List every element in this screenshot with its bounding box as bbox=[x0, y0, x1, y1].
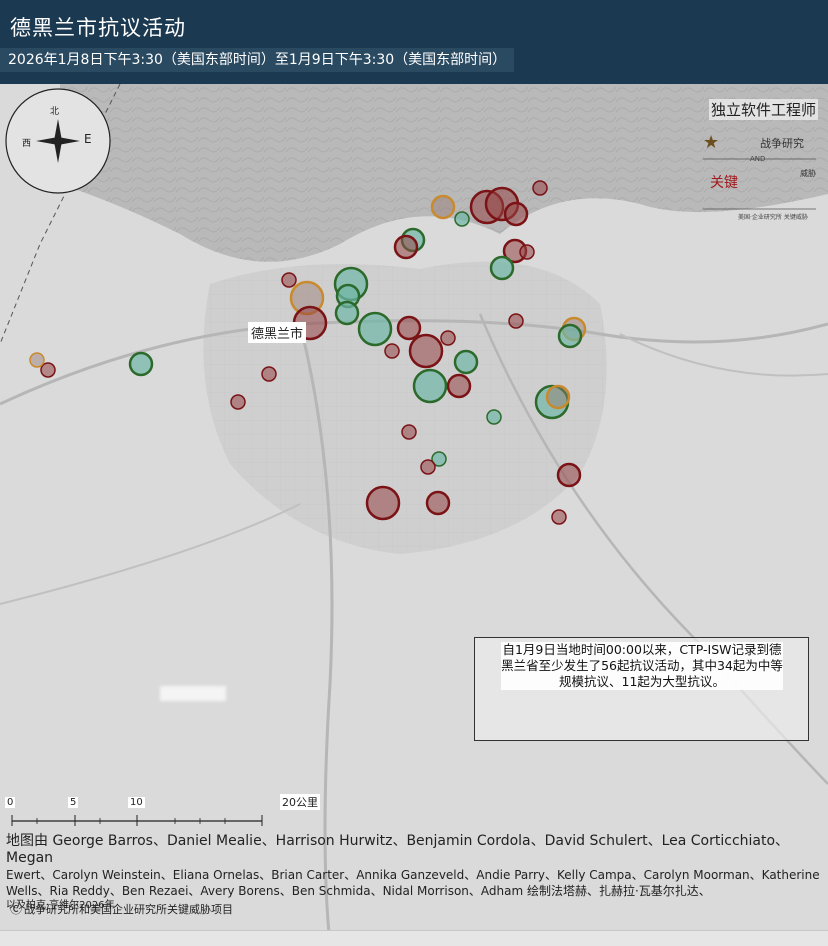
logo-key: 关键 bbox=[710, 175, 738, 191]
compass-west: 西 bbox=[22, 139, 32, 149]
map-header: 德黑兰市抗议活动 2026年1月8日下午3:30（美国东部时间）至1月9日下午3… bbox=[0, 0, 828, 84]
protest-marker-medium-green[interactable] bbox=[557, 323, 583, 349]
scale-label-5: 5 bbox=[68, 797, 79, 808]
map-area[interactable]: 北 E 西 德黑兰市 独立软件工程师 ★ 战争研究 AND 关键 威胁 美国·企… bbox=[0, 84, 828, 945]
protest-marker-medium-green[interactable] bbox=[489, 255, 515, 281]
logo-war-study: 战争研究 bbox=[760, 137, 804, 150]
map-canvas bbox=[0, 84, 828, 945]
protest-marker-small-green[interactable] bbox=[454, 211, 470, 227]
protest-marker-small-red[interactable] bbox=[401, 424, 417, 440]
protest-marker-medium-red[interactable] bbox=[503, 201, 529, 227]
protest-marker-small-red[interactable] bbox=[532, 180, 548, 196]
map-title: 德黑兰市抗议活动 bbox=[10, 16, 186, 40]
protest-marker-large-green[interactable] bbox=[357, 311, 393, 347]
map-subtitle: 2026年1月8日下午3:30（美国东部时间）至1月9日下午3:30（美国东部时… bbox=[0, 48, 515, 72]
protest-marker-small-red[interactable] bbox=[508, 313, 524, 329]
protest-marker-small-red[interactable] bbox=[420, 459, 436, 475]
protest-marker-small-red[interactable] bbox=[519, 244, 535, 260]
logo-name: 独立软件工程师 bbox=[708, 99, 818, 120]
compass-east: E bbox=[84, 132, 92, 146]
protest-marker-small-red[interactable] bbox=[281, 272, 297, 288]
logo-tagline: 美国·企业研究所 关键威胁 bbox=[738, 214, 808, 221]
protest-marker-medium-orange[interactable] bbox=[430, 194, 456, 220]
copyright-icon: Ⓒ bbox=[10, 902, 23, 916]
protest-marker-large-red[interactable] bbox=[408, 333, 444, 369]
protest-marker-medium-green[interactable] bbox=[128, 351, 154, 377]
protest-marker-small-green[interactable] bbox=[486, 409, 502, 425]
protest-marker-small-red[interactable] bbox=[551, 509, 567, 525]
copyright: Ⓒ 战争研究所和美国企业研究所关键威胁项目 bbox=[10, 900, 233, 917]
tehran-city-label: 德黑兰市 bbox=[248, 322, 307, 343]
protest-marker-medium-red[interactable] bbox=[446, 373, 472, 399]
protest-marker-small-red[interactable] bbox=[40, 362, 56, 378]
copyright-text: 战争研究所和美国企业研究所关键威胁项目 bbox=[24, 903, 234, 916]
protest-marker-medium-orange[interactable] bbox=[545, 384, 571, 410]
star-icon: ★ bbox=[703, 132, 720, 153]
protest-marker-small-red[interactable] bbox=[261, 366, 277, 382]
logo-threats: 威胁 bbox=[800, 169, 816, 178]
credits-line-2: Ewert、Carolyn Weinstein、Eliana Ornelas、B… bbox=[6, 868, 820, 882]
footer-strip bbox=[0, 930, 828, 946]
protest-marker-large-red[interactable] bbox=[365, 485, 401, 521]
protest-marker-small-orange[interactable] bbox=[29, 352, 45, 368]
blurred-label bbox=[160, 686, 226, 701]
info-box-text: 自1月9日当地时间00:00以来，CTP-ISW记录到德黑兰省至少发生了56起抗… bbox=[501, 642, 783, 690]
scale-label-0: 0 bbox=[5, 797, 16, 808]
protest-marker-medium-green[interactable] bbox=[453, 349, 479, 375]
protest-marker-small-red[interactable] bbox=[440, 330, 456, 346]
scale-label-10: 10 bbox=[128, 797, 145, 808]
credits-line-3: Wells、Ria Reddy、Ben Rezaei、Avery Borens、… bbox=[6, 884, 711, 898]
info-box: 自1月9日当地时间00:00以来，CTP-ISW记录到德黑兰省至少发生了56起抗… bbox=[474, 637, 809, 741]
logo-and: AND bbox=[750, 155, 766, 163]
protest-marker-medium-green[interactable] bbox=[334, 300, 360, 326]
protest-marker-medium-red[interactable] bbox=[393, 234, 419, 260]
protest-marker-medium-red[interactable] bbox=[425, 490, 451, 516]
protest-marker-medium-red[interactable] bbox=[556, 462, 582, 488]
scale-unit-label: 20公里 bbox=[280, 794, 320, 810]
credits-line-1: 地图由 George Barros、Daniel Mealie、Harrison… bbox=[6, 833, 790, 866]
compass-north: 北 bbox=[50, 107, 60, 117]
protest-marker-large-green[interactable] bbox=[412, 368, 448, 404]
protest-marker-medium-red[interactable] bbox=[396, 315, 422, 341]
protest-marker-small-red[interactable] bbox=[384, 343, 400, 359]
protest-marker-small-red[interactable] bbox=[230, 394, 246, 410]
